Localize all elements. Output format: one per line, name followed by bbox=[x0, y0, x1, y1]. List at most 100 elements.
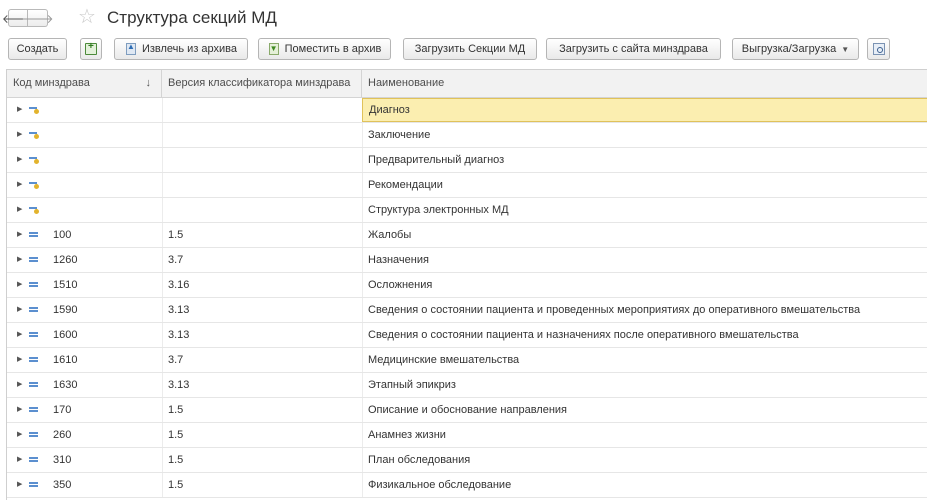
chevron-down-icon: ▼ bbox=[841, 44, 850, 54]
copy-button[interactable] bbox=[80, 38, 102, 60]
table-row[interactable]: ▶ Заключение bbox=[7, 123, 927, 148]
expand-arrow-icon[interactable]: ▶ bbox=[17, 448, 22, 472]
copy-add-icon bbox=[85, 41, 97, 55]
table-header: Код минздрава ↓ Версия классификатора ми… bbox=[7, 70, 927, 98]
element-icon bbox=[29, 281, 39, 289]
star-icon[interactable]: ☆ bbox=[78, 6, 96, 28]
toolbar: Создать Извлечь из архива Поместить в ар… bbox=[0, 38, 927, 62]
name-cell: Структура электронных МД bbox=[368, 204, 509, 216]
expand-arrow-icon[interactable]: ▶ bbox=[17, 148, 22, 172]
table-row[interactable]: ▶ 170 1.5 Описание и обоснование направлени… bbox=[7, 398, 927, 423]
table-row[interactable]: ▶ 260 1.5 Анамнез жизни bbox=[7, 423, 927, 448]
expand-arrow-icon[interactable]: ▶ bbox=[17, 248, 22, 272]
code-cell: 1510 bbox=[53, 279, 78, 291]
group-icon bbox=[29, 181, 39, 189]
search-list-icon bbox=[872, 43, 885, 55]
group-icon bbox=[29, 156, 39, 164]
element-icon bbox=[29, 481, 39, 489]
element-icon bbox=[29, 256, 39, 264]
expand-arrow-icon[interactable]: ▶ bbox=[17, 398, 22, 422]
name-cell: Анамнез жизни bbox=[368, 429, 446, 441]
column-header-name[interactable]: Наименование bbox=[362, 70, 927, 97]
load-from-site-button[interactable]: Загрузить с сайта минздрава bbox=[546, 38, 721, 60]
version-cell: 1.5 bbox=[168, 479, 184, 491]
table-row[interactable]: ▶ Структура электронных МД bbox=[7, 198, 927, 223]
table-row[interactable]: ▶ Предварительный диагноз bbox=[7, 148, 927, 173]
expand-arrow-icon[interactable]: ▶ bbox=[17, 173, 22, 197]
element-icon bbox=[29, 456, 39, 464]
table-row[interactable]: ▶ 100 1.5 Жалобы bbox=[7, 223, 927, 248]
code-cell: 1600 bbox=[53, 329, 78, 341]
page-title: Структура секций МД bbox=[107, 8, 277, 27]
expand-arrow-icon[interactable]: ▶ bbox=[17, 423, 22, 447]
sort-arrow-icon: ↓ bbox=[145, 77, 152, 89]
code-cell: 310 bbox=[53, 454, 72, 466]
name-cell: Сведения о состоянии пациента и назначен… bbox=[368, 329, 799, 341]
expand-arrow-icon[interactable]: ▶ bbox=[17, 373, 22, 397]
name-cell: Рекомендации bbox=[368, 179, 443, 191]
archive-icon bbox=[268, 43, 280, 55]
version-cell: 3.7 bbox=[168, 354, 184, 366]
element-icon bbox=[29, 381, 39, 389]
table-row[interactable]: ▶ 1510 3.16 Осложнения bbox=[7, 273, 927, 298]
group-icon bbox=[29, 106, 39, 114]
code-cell: 170 bbox=[53, 404, 72, 416]
table-row[interactable]: ▶ 1600 3.13 Сведения о состоянии пациента и… bbox=[7, 323, 927, 348]
table-row[interactable]: ▶ Диагноз bbox=[7, 98, 927, 123]
name-cell: Осложнения bbox=[368, 279, 433, 291]
table-row[interactable]: ▶ 1590 3.13 Сведения о состоянии пациента и… bbox=[7, 298, 927, 323]
group-icon bbox=[29, 131, 39, 139]
code-cell: 1260 bbox=[53, 254, 78, 266]
extract-icon bbox=[125, 42, 137, 55]
expand-arrow-icon[interactable]: ▶ bbox=[17, 473, 22, 497]
put-archive-button[interactable]: Поместить в архив bbox=[258, 38, 391, 60]
name-cell: Назначения bbox=[368, 254, 429, 266]
expand-arrow-icon[interactable]: ▶ bbox=[17, 348, 22, 372]
expand-arrow-icon[interactable]: ▶ bbox=[17, 198, 22, 222]
expand-arrow-icon[interactable]: ▶ bbox=[17, 223, 22, 247]
element-icon bbox=[29, 231, 39, 239]
find-button[interactable] bbox=[867, 38, 890, 60]
name-cell: Физикальное обследование bbox=[368, 479, 512, 491]
create-button[interactable]: Создать bbox=[8, 38, 67, 60]
name-cell: Сведения о состоянии пациента и проведен… bbox=[368, 304, 861, 316]
name-cell: Заключение bbox=[368, 129, 431, 141]
element-icon bbox=[29, 431, 39, 439]
column-header-code[interactable]: Код минздрава ↓ bbox=[7, 70, 162, 97]
name-cell: Медицинские вмешательства bbox=[368, 354, 520, 366]
expand-arrow-icon[interactable]: ▶ bbox=[17, 298, 22, 322]
expand-arrow-icon[interactable]: ▶ bbox=[17, 123, 22, 147]
table-row[interactable]: ▶ 1260 3.7 Назначения bbox=[7, 248, 927, 273]
export-import-dropdown[interactable]: Выгрузка/Загрузка ▼ bbox=[732, 38, 859, 60]
name-cell: Предварительный диагноз bbox=[368, 154, 505, 166]
version-cell: 3.13 bbox=[168, 329, 190, 341]
arrow-right-icon: 🡒 bbox=[21, 11, 54, 26]
load-sections-button[interactable]: Загрузить Секции МД bbox=[403, 38, 537, 60]
forward-button[interactable]: 🡒 bbox=[21, 9, 54, 27]
title-bar: 🡐 🡒 ☆ Структура секций МД bbox=[0, 0, 927, 38]
table-row[interactable]: ▶ 1630 3.13 Этапный эпикриз bbox=[7, 373, 927, 398]
table-body: ▶ Диагноз ▶ Заключение ▶ Предварительный диаг… bbox=[7, 98, 927, 498]
extract-archive-button[interactable]: Извлечь из архива bbox=[114, 38, 248, 60]
expand-arrow-icon[interactable]: ▶ bbox=[17, 98, 22, 122]
group-icon bbox=[29, 206, 39, 214]
code-cell: 1630 bbox=[53, 379, 78, 391]
code-cell: 1590 bbox=[53, 304, 78, 316]
table-row[interactable]: ▶ 350 1.5 Физикальное обследование bbox=[7, 473, 927, 498]
table-row[interactable]: ▶ 310 1.5 План обследования bbox=[7, 448, 927, 473]
code-cell: 100 bbox=[53, 229, 72, 241]
expand-arrow-icon[interactable]: ▶ bbox=[17, 273, 22, 297]
version-cell: 1.5 bbox=[168, 404, 184, 416]
expand-arrow-icon[interactable]: ▶ bbox=[17, 323, 22, 347]
name-cell: Этапный эпикриз bbox=[368, 379, 456, 391]
version-cell: 3.7 bbox=[168, 254, 184, 266]
column-header-version[interactable]: Версия классификатора минздрава bbox=[162, 70, 362, 97]
code-cell: 1610 bbox=[53, 354, 78, 366]
name-cell: Жалобы bbox=[368, 229, 412, 241]
table-row[interactable]: ▶ Рекомендации bbox=[7, 173, 927, 198]
name-cell: План обследования bbox=[368, 454, 471, 466]
element-icon bbox=[29, 306, 39, 314]
version-cell: 3.13 bbox=[168, 379, 190, 391]
element-icon bbox=[29, 331, 39, 339]
table-row[interactable]: ▶ 1610 3.7 Медицинские вмешательства bbox=[7, 348, 927, 373]
